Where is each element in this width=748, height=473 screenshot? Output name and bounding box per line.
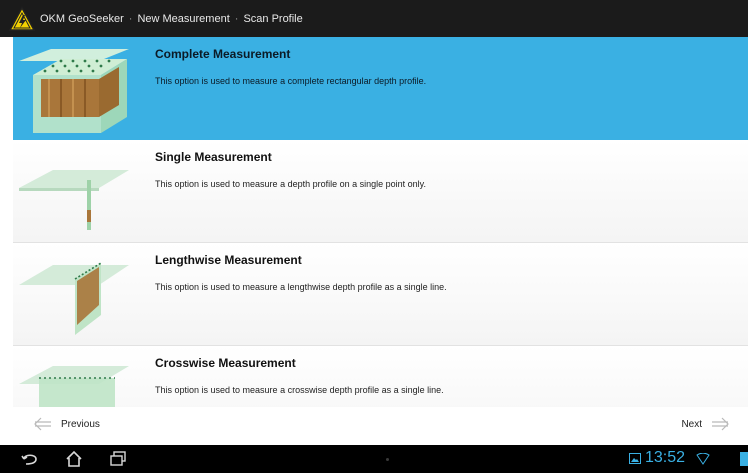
option-title: Lengthwise Measurement bbox=[155, 253, 302, 267]
previous-button[interactable]: Previous bbox=[33, 417, 100, 431]
back-icon[interactable] bbox=[20, 450, 40, 468]
option-title: Complete Measurement bbox=[155, 47, 291, 61]
arrow-right-icon bbox=[712, 417, 729, 431]
single-point-profile-icon bbox=[19, 170, 129, 230]
recent-apps-icon[interactable] bbox=[108, 450, 128, 468]
option-lengthwise-measurement[interactable]: Lengthwise Measurement This option is us… bbox=[13, 243, 748, 346]
breadcrumb-separator: · bbox=[128, 12, 133, 25]
wifi-icon bbox=[696, 453, 710, 465]
app-name: OKM GeoSeeker bbox=[40, 12, 124, 25]
measurement-options-list[interactable]: Complete Measurement This option is used… bbox=[0, 37, 748, 407]
arrow-left-icon bbox=[34, 417, 51, 431]
wizard-navigation: Previous Next bbox=[0, 407, 748, 445]
breadcrumb-scan-profile: Scan Profile bbox=[243, 12, 303, 25]
option-description: This option is used to measure a lengthw… bbox=[155, 282, 447, 292]
option-description: This option is used to measure a depth p… bbox=[155, 179, 426, 189]
system-navigation-bar: 13:52 bbox=[0, 445, 748, 473]
gallery-notification-icon[interactable] bbox=[629, 453, 641, 464]
crosswise-profile-icon bbox=[19, 366, 129, 407]
option-complete-measurement[interactable]: Complete Measurement This option is used… bbox=[13, 37, 748, 140]
breadcrumb: OKM GeoSeeker · New Measurement · Scan P… bbox=[40, 13, 303, 25]
option-title: Crosswise Measurement bbox=[155, 356, 296, 370]
home-icon[interactable] bbox=[64, 450, 84, 468]
breadcrumb-separator: · bbox=[234, 12, 239, 25]
option-description: This option is used to measure a crosswi… bbox=[155, 385, 444, 395]
option-title: Single Measurement bbox=[155, 150, 272, 164]
next-label: Next bbox=[681, 418, 702, 430]
option-crosswise-measurement[interactable]: Crosswise Measurement This option is use… bbox=[13, 346, 748, 407]
option-description: This option is used to measure a complet… bbox=[155, 76, 427, 86]
lengthwise-profile-icon bbox=[19, 262, 129, 335]
breadcrumb-new-measurement[interactable]: New Measurement bbox=[137, 13, 229, 25]
action-bar: OKM GeoSeeker · New Measurement · Scan P… bbox=[0, 0, 748, 37]
status-clock: 13:52 bbox=[645, 449, 686, 466]
battery-icon bbox=[740, 452, 748, 466]
next-button[interactable]: Next bbox=[681, 417, 730, 431]
menu-dot bbox=[386, 458, 389, 461]
warning-triangle-icon[interactable] bbox=[9, 5, 35, 32]
option-single-measurement[interactable]: Single Measurement This option is used t… bbox=[13, 140, 748, 243]
previous-label: Previous bbox=[61, 418, 100, 430]
complete-profile-icon bbox=[19, 49, 129, 133]
